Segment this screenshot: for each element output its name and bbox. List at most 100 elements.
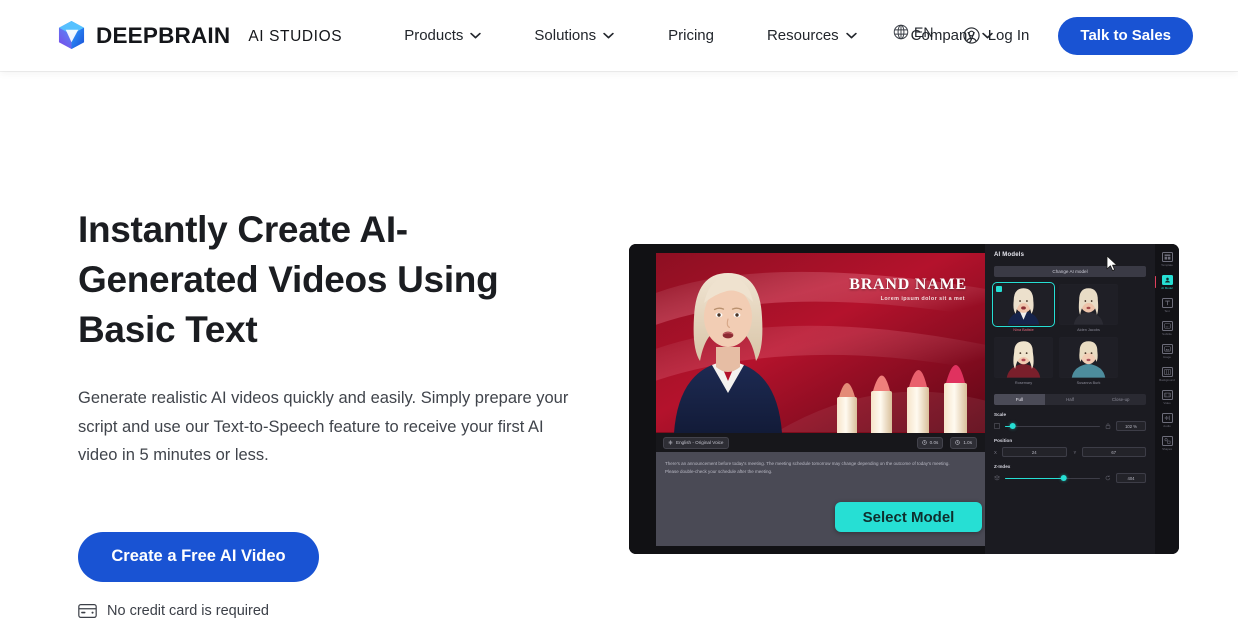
rail-item-image[interactable]: Image	[1156, 342, 1178, 361]
language-voice-label: English - Original Voice	[676, 440, 724, 445]
cube-logo-icon	[58, 21, 85, 49]
nav-item-resources[interactable]: Resources	[767, 27, 857, 44]
scale-value[interactable]: 102 %	[1116, 421, 1146, 431]
position-x-field[interactable]: X 24	[994, 447, 1067, 457]
zindex-row: 404	[994, 473, 1146, 483]
slider-knob[interactable]	[1009, 422, 1016, 430]
model-thumbnail	[1059, 337, 1118, 378]
nav-label-products: Products	[404, 27, 464, 44]
panel-heading: AI Models	[994, 252, 1025, 258]
model-name: Aiden Jacobs	[1077, 328, 1100, 332]
nav-item-pricing[interactable]: Pricing	[668, 27, 714, 44]
model-portrait	[994, 337, 1053, 378]
rail-item-shapes[interactable]: Shapes	[1156, 434, 1178, 453]
reset-icon[interactable]	[1105, 475, 1111, 481]
ai-presenter-avatar	[674, 273, 782, 433]
model-portrait	[1059, 337, 1118, 378]
clock-icon	[955, 440, 961, 445]
brand-logo[interactable]: DEEPBRAIN AI STUDIOS	[58, 21, 342, 50]
rail-label: Shapes	[1162, 447, 1172, 451]
slider-knob[interactable]	[1060, 474, 1068, 482]
lipstick-product-graphic	[837, 365, 967, 433]
model-name: Nina Batiste	[1013, 328, 1034, 332]
position-label: Position	[994, 438, 1013, 443]
rail-label: AI Model	[1161, 286, 1173, 290]
header-actions: Log In Talk to Sales	[963, 0, 1238, 71]
tool-rail: Template AI Model Text Subtitle Image Ba…	[1155, 244, 1179, 554]
selected-check-icon	[996, 286, 1002, 292]
segment-closeup[interactable]: Close-up	[1095, 394, 1146, 405]
language-selector[interactable]: EN	[893, 24, 933, 40]
model-name: Rosemary	[1014, 381, 1033, 385]
hero-title-line-2: Generated Videos Using	[78, 259, 499, 300]
model-thumbnail	[992, 282, 1055, 327]
rail-item-video[interactable]: Video	[1156, 388, 1178, 407]
brand-name: DEEPBRAIN	[96, 22, 231, 48]
model-card-1[interactable]: Aiden Jacobs	[1059, 284, 1118, 332]
rail-item-template[interactable]: Template	[1156, 250, 1178, 269]
template-icon	[1161, 252, 1173, 262]
product-preview-mockup: BRAND NAME Lorem ipsum dolor sit a met E…	[629, 244, 1179, 554]
subtitle-icon	[1161, 321, 1173, 331]
framing-segmented-control: Full Half Close-up	[994, 394, 1146, 405]
position-y-value[interactable]: 67	[1081, 447, 1146, 457]
rail-item-ai-model[interactable]: AI Model	[1155, 273, 1178, 292]
model-portrait	[994, 284, 1053, 325]
rail-label: Audio	[1163, 424, 1171, 428]
audio-icon	[1161, 413, 1173, 423]
select-model-button[interactable]: Select Model	[835, 502, 982, 532]
position-x-key: X	[994, 449, 997, 455]
model-card-0[interactable]: Nina Batiste	[992, 282, 1055, 332]
scale-row: 102 %	[994, 421, 1146, 431]
position-y-key: Y	[1073, 449, 1077, 455]
position-x-value[interactable]: 24	[1002, 447, 1067, 457]
image-icon	[1161, 344, 1173, 354]
stage-brand-title: BRAND NAME	[849, 276, 967, 293]
hero-title-line-1: Instantly Create AI-	[78, 209, 408, 250]
model-card-2[interactable]: Rosemary	[994, 337, 1053, 385]
editor-area: BRAND NAME Lorem ipsum dolor sit a met E…	[629, 244, 985, 554]
no-credit-card-note: No credit card is required	[78, 603, 598, 619]
zindex-slider[interactable]	[1005, 474, 1100, 483]
start-time-label: 0.0s	[929, 440, 939, 445]
rail-item-background[interactable]: Background	[1156, 365, 1178, 384]
rail-item-subtitle[interactable]: Subtitle	[1156, 319, 1178, 338]
scale-slider[interactable]	[1005, 422, 1100, 431]
segment-half[interactable]: Half	[1045, 394, 1096, 405]
position-row: X 24 Y 67	[994, 447, 1146, 457]
segment-full[interactable]: Full	[994, 394, 1045, 405]
start-time-chip[interactable]: 0.0s	[916, 436, 944, 449]
scrollbar-gutter[interactable]	[1238, 0, 1250, 630]
login-link[interactable]: Log In	[963, 27, 1029, 44]
layers-icon	[994, 475, 1000, 481]
rail-item-audio[interactable]: Audio	[1156, 411, 1178, 430]
hero-section: Instantly Create AI- Generated Videos Us…	[78, 205, 598, 619]
position-y-field[interactable]: Y 67	[1073, 447, 1146, 457]
nav-item-solutions[interactable]: Solutions	[534, 27, 614, 44]
video-icon	[1161, 390, 1173, 400]
language-voice-chip[interactable]: English - Original Voice	[663, 436, 729, 449]
zindex-value[interactable]: 404	[1116, 473, 1146, 483]
site-header: DEEPBRAIN AI STUDIOS Products Solutions …	[0, 0, 1238, 71]
mouse-cursor	[1106, 255, 1118, 271]
ai-model-icon	[1161, 275, 1173, 285]
lock-icon[interactable]	[1105, 423, 1111, 429]
video-stage-preview: BRAND NAME Lorem ipsum dolor sit a met	[656, 253, 985, 433]
nav-item-products[interactable]: Products	[404, 27, 482, 44]
rail-label: Image	[1162, 355, 1172, 359]
scale-label: Scale	[994, 412, 1007, 417]
model-grid: Nina Batiste Aiden Jacobs Rosemary Susan…	[992, 282, 1118, 385]
language-label: EN	[914, 24, 934, 40]
rail-label: Background	[1159, 378, 1175, 382]
hero-title-line-3: Basic Text	[78, 309, 258, 350]
ai-models-panel: AI Models Change AI model Nina Batiste A…	[985, 244, 1155, 554]
end-time-chip[interactable]: 1.0s	[950, 436, 977, 449]
change-ai-model-button[interactable]: Change AI model	[994, 266, 1146, 277]
create-free-ai-video-button[interactable]: Create a Free AI Video	[78, 531, 319, 582]
model-card-3[interactable]: Susanna Burk	[1059, 337, 1118, 385]
script-text: There's an announcement before today's m…	[665, 461, 950, 474]
background-icon	[1161, 367, 1173, 377]
talk-to-sales-button[interactable]: Talk to Sales	[1058, 16, 1193, 55]
rail-item-text[interactable]: Text	[1156, 296, 1178, 315]
page-root: DEEPBRAIN AI STUDIOS Products Solutions …	[0, 0, 1250, 630]
